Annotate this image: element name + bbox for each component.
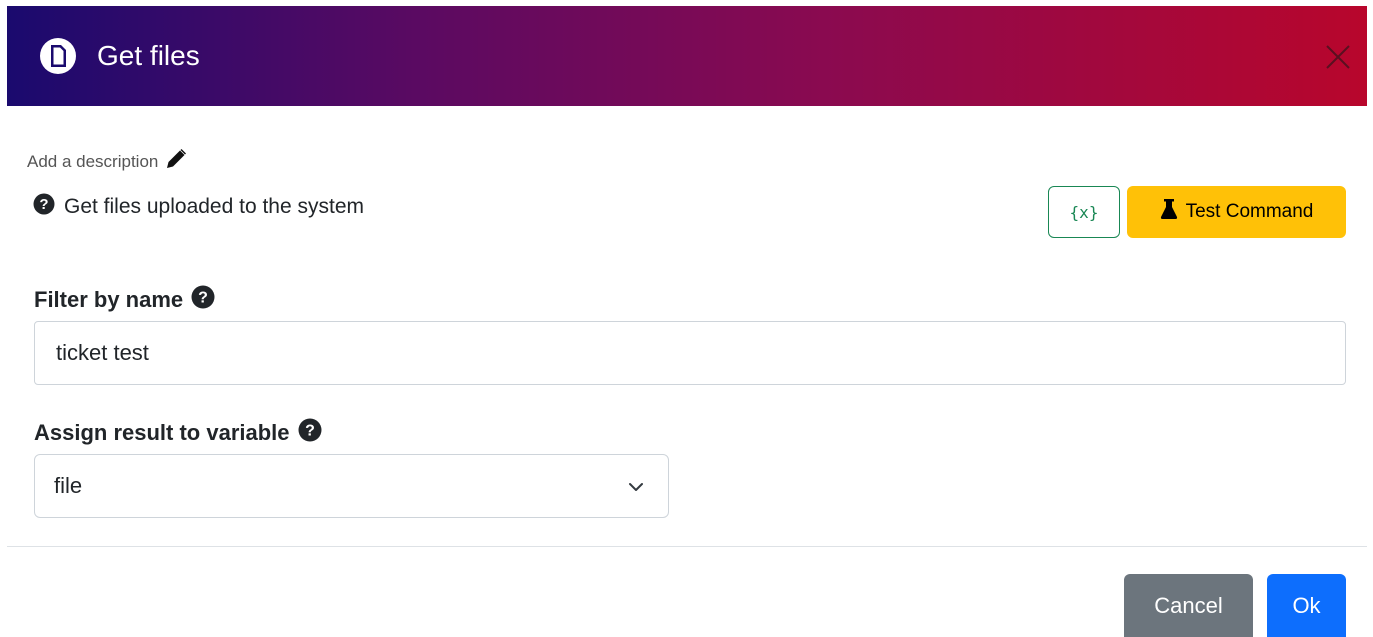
variables-button[interactable]: {x} — [1048, 186, 1120, 238]
svg-text:?: ? — [305, 423, 315, 440]
filter-by-name-label: Filter by name ? — [34, 285, 215, 315]
chevron-down-icon — [628, 479, 644, 495]
test-command-button[interactable]: Test Command — [1127, 186, 1346, 238]
assign-variable-select[interactable]: file — [34, 454, 669, 518]
cancel-button[interactable]: Cancel — [1124, 574, 1253, 637]
assign-result-label: Assign result to variable ? — [34, 418, 322, 448]
dialog-title: Get files — [97, 40, 200, 71]
flask-icon — [1160, 199, 1178, 225]
file-icon — [34, 32, 82, 80]
question-circle-icon: ? — [298, 418, 322, 448]
dialog-header: Get files — [7, 6, 1367, 106]
question-circle-icon: ? — [191, 285, 215, 315]
test-command-label: Test Command — [1185, 201, 1314, 222]
pencil-icon — [164, 147, 188, 176]
svg-text:?: ? — [39, 196, 48, 213]
ok-button[interactable]: Ok — [1267, 574, 1346, 637]
filter-by-name-input[interactable] — [34, 321, 1346, 385]
add-description-link[interactable]: Add a description — [27, 147, 188, 176]
close-icon[interactable] — [1325, 44, 1351, 70]
command-description: ? Get files uploaded to the system — [33, 193, 364, 221]
assign-label-text: Assign result to variable — [34, 420, 290, 445]
filter-label-text: Filter by name — [34, 287, 184, 312]
footer-divider — [7, 546, 1367, 547]
question-circle-icon: ? — [33, 193, 55, 221]
selected-variable: file — [54, 473, 83, 498]
add-description-label: Add a description — [27, 151, 159, 171]
get-files-dialog: Get files Add a description ? Get files … — [0, 0, 1373, 637]
command-description-text: Get files uploaded to the system — [64, 195, 364, 218]
svg-text:?: ? — [198, 290, 208, 307]
